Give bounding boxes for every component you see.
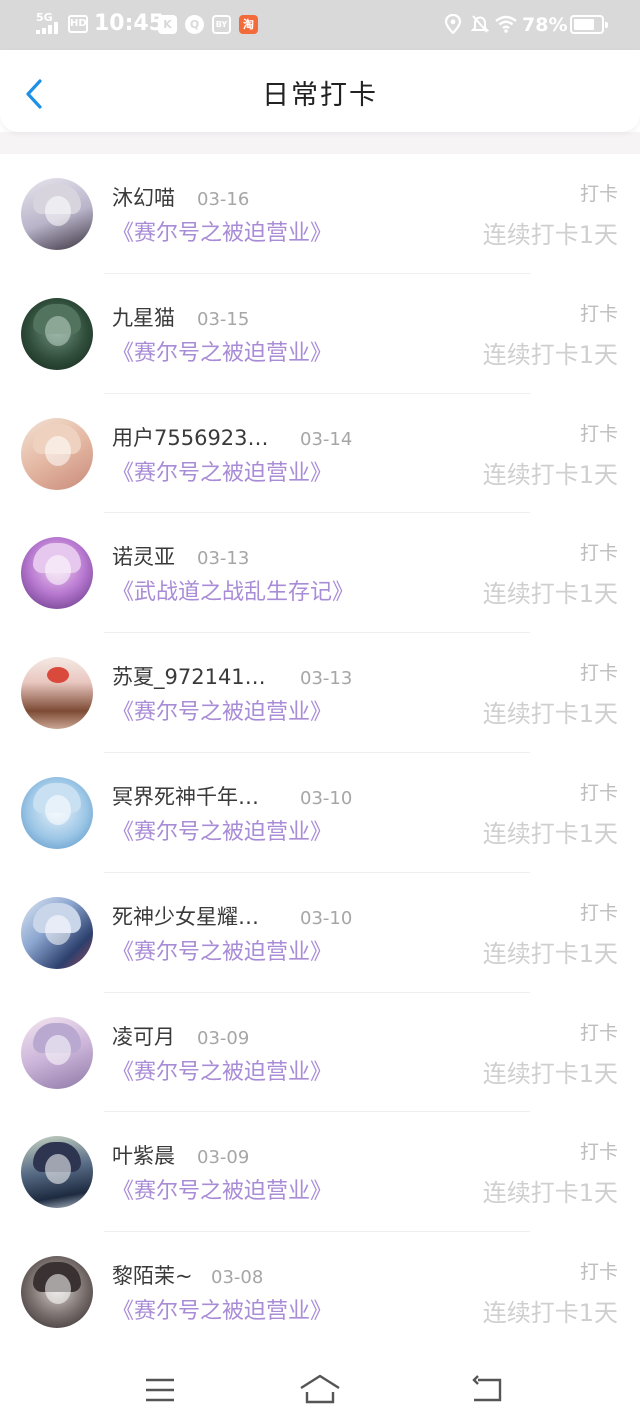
book-title-link[interactable]: 《赛尔号之被迫营业》 bbox=[112, 458, 332, 490]
streak-text: 连续打卡1天 bbox=[482, 460, 618, 489]
book-title-link[interactable]: 《赛尔号之被迫营业》 bbox=[112, 338, 332, 370]
home-icon bbox=[300, 1374, 340, 1404]
app-notification-icon: K bbox=[158, 15, 177, 34]
checkin-label: 打卡 bbox=[579, 1021, 618, 1044]
list-item[interactable]: 用户7556923… 03-14 《赛尔号之被迫营业》 打卡 连续打卡1天 bbox=[0, 394, 640, 514]
checkin-date: 03-09 bbox=[197, 1147, 250, 1169]
checkin-label: 打卡 bbox=[579, 422, 618, 445]
menu-icon bbox=[146, 1378, 174, 1402]
back-nav-button[interactable] bbox=[468, 1370, 508, 1410]
streak-text: 连续打卡1天 bbox=[482, 700, 618, 729]
avatar[interactable] bbox=[21, 297, 93, 370]
book-title-link[interactable]: 《赛尔号之被迫营业》 bbox=[112, 1057, 332, 1089]
username[interactable]: 九星猫 bbox=[112, 303, 175, 333]
checkin-date: 03-08 bbox=[211, 1267, 264, 1289]
checkin-label: 打卡 bbox=[579, 302, 618, 325]
book-title-link[interactable]: 《赛尔号之被迫营业》 bbox=[112, 817, 332, 849]
avatar[interactable] bbox=[21, 896, 93, 969]
checkin-date: 03-10 bbox=[300, 787, 353, 809]
bell-off-icon bbox=[470, 14, 490, 39]
list-item[interactable]: 诺灵亚 03-13 《武战道之战乱生存记》 打卡 连续打卡1天 bbox=[0, 513, 640, 634]
streak-text: 连续打卡1天 bbox=[482, 1179, 618, 1208]
username[interactable]: 叶紫晨 bbox=[112, 1141, 175, 1171]
status-bar: 5G HD 10:45 K Q BY 淘 78% bbox=[0, 0, 640, 50]
list-item[interactable]: 叶紫晨 03-09 《赛尔号之被迫营业》 打卡 连续打卡1天 bbox=[0, 1112, 640, 1233]
checkin-label: 打卡 bbox=[579, 662, 618, 685]
username[interactable]: 苏夏_972141… bbox=[112, 662, 266, 692]
avatar[interactable] bbox=[21, 1016, 93, 1089]
list-item[interactable]: 凌可月 03-09 《赛尔号之被迫营业》 打卡 连续打卡1天 bbox=[0, 993, 640, 1113]
app-notification-icon: BY bbox=[212, 15, 231, 34]
avatar[interactable] bbox=[21, 537, 93, 610]
page-title: 日常打卡 bbox=[262, 80, 378, 111]
book-title-link[interactable]: 《赛尔号之被迫营业》 bbox=[112, 937, 332, 969]
checkin-date: 03-13 bbox=[300, 668, 353, 690]
list-top-spacer bbox=[0, 132, 640, 154]
checkin-label: 打卡 bbox=[579, 542, 618, 565]
hd-badge: HD bbox=[68, 15, 88, 33]
username[interactable]: 诺灵亚 bbox=[112, 542, 175, 572]
book-title-link[interactable]: 《赛尔号之被迫营业》 bbox=[112, 218, 332, 250]
avatar[interactable] bbox=[21, 776, 93, 849]
list-item[interactable]: 冥界死神千年… 03-10 《赛尔号之被迫营业》 打卡 连续打卡1天 bbox=[0, 753, 640, 873]
checkin-date: 03-13 bbox=[197, 548, 250, 570]
avatar[interactable] bbox=[21, 1136, 93, 1209]
back-icon bbox=[472, 1375, 502, 1402]
book-title-link[interactable]: 《武战道之战乱生存记》 bbox=[112, 577, 354, 609]
streak-text: 连续打卡1天 bbox=[482, 221, 618, 249]
username[interactable]: 凌可月 bbox=[112, 1022, 175, 1052]
streak-text: 连续打卡1天 bbox=[482, 939, 618, 968]
book-title-link[interactable]: 《赛尔号之被迫营业》 bbox=[112, 1176, 332, 1208]
app-notification-icon: 淘 bbox=[239, 15, 258, 34]
menu-button[interactable] bbox=[140, 1370, 180, 1410]
checkin-label: 打卡 bbox=[579, 1141, 618, 1164]
list-item[interactable]: 死神少女星耀… 03-10 《赛尔号之被迫营业》 打卡 连续打卡1天 bbox=[0, 873, 640, 993]
wifi-icon bbox=[494, 14, 518, 39]
clock: 10:45 bbox=[94, 11, 165, 36]
battery-percent: 78% bbox=[522, 14, 568, 36]
list-item[interactable]: 黎陌茉~ 03-08 《赛尔号之被迫营业》 打卡 连续打卡1天 bbox=[0, 1232, 640, 1352]
username[interactable]: 黎陌茉~ bbox=[112, 1261, 193, 1291]
avatar[interactable] bbox=[21, 657, 93, 730]
system-nav-bar bbox=[0, 1350, 640, 1427]
checkin-date: 03-14 bbox=[300, 428, 353, 450]
avatar[interactable] bbox=[21, 178, 93, 250]
list-item[interactable]: 沐幻喵 03-16 《赛尔号之被迫营业》 打卡 连续打卡1天 bbox=[0, 154, 640, 274]
book-title-link[interactable]: 《赛尔号之被迫营业》 bbox=[112, 1296, 332, 1328]
checkin-date: 03-09 bbox=[197, 1027, 250, 1049]
signal-icon bbox=[36, 22, 60, 34]
location-icon bbox=[444, 13, 462, 39]
app-notification-icon: Q bbox=[185, 15, 204, 34]
list-item[interactable]: 苏夏_972141… 03-13 《赛尔号之被迫营业》 打卡 连续打卡1天 bbox=[0, 633, 640, 753]
streak-text: 连续打卡1天 bbox=[482, 1299, 618, 1328]
checkin-label: 打卡 bbox=[579, 901, 618, 924]
username[interactable]: 冥界死神千年… bbox=[112, 782, 259, 812]
checkin-date: 03-15 bbox=[197, 308, 250, 330]
username[interactable]: 沐幻喵 bbox=[112, 183, 175, 213]
checkin-label: 打卡 bbox=[579, 183, 618, 205]
streak-text: 连续打卡1天 bbox=[482, 1059, 618, 1088]
username[interactable]: 用户7556923… bbox=[112, 423, 269, 453]
checkin-date: 03-16 bbox=[197, 189, 250, 210]
list-item[interactable]: 九星猫 03-15 《赛尔号之被迫营业》 打卡 连续打卡1天 bbox=[0, 274, 640, 394]
streak-text: 连续打卡1天 bbox=[482, 819, 618, 848]
streak-text: 连续打卡1天 bbox=[482, 340, 618, 369]
checkin-label: 打卡 bbox=[579, 1261, 618, 1284]
avatar[interactable] bbox=[21, 417, 93, 490]
checkin-date: 03-10 bbox=[300, 907, 353, 929]
battery-icon bbox=[570, 15, 608, 34]
checkin-list: 沐幻喵 03-16 《赛尔号之被迫营业》 打卡 连续打卡1天 九星猫 03-15… bbox=[0, 154, 640, 1352]
book-title-link[interactable]: 《赛尔号之被迫营业》 bbox=[112, 697, 332, 729]
home-button[interactable] bbox=[298, 1370, 342, 1410]
streak-text: 连续打卡1天 bbox=[482, 580, 618, 609]
avatar[interactable] bbox=[21, 1256, 93, 1329]
checkin-label: 打卡 bbox=[579, 781, 618, 804]
username[interactable]: 死神少女星耀… bbox=[112, 902, 259, 932]
header: 日常打卡 bbox=[0, 50, 640, 132]
